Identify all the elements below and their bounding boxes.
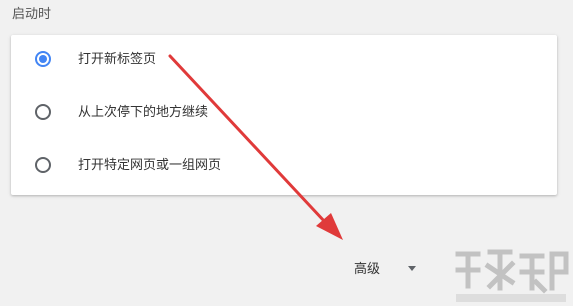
startup-option-continue[interactable]: 从上次停下的地方继续 xyxy=(11,88,557,138)
startup-option-specific-pages[interactable]: 打开特定网页或一组网页 xyxy=(11,141,557,191)
startup-option-label: 打开新标签页 xyxy=(78,52,157,67)
startup-option-label: 打开特定网页或一组网页 xyxy=(78,158,222,173)
radio-new-tab[interactable] xyxy=(35,51,51,67)
annotation-arrow-head xyxy=(316,213,343,240)
advanced-settings-button[interactable]: 高级 xyxy=(354,258,417,277)
watermark-logo xyxy=(455,249,569,302)
startup-section-title: 启动时 xyxy=(12,7,52,22)
startup-option-new-tab[interactable]: 打开新标签页 xyxy=(11,35,557,85)
radio-specific-pages[interactable] xyxy=(35,157,51,173)
chevron-down-icon xyxy=(408,266,417,271)
advanced-label: 高级 xyxy=(354,262,381,277)
startup-option-label: 从上次停下的地方继续 xyxy=(78,105,209,120)
radio-continue[interactable] xyxy=(35,104,51,120)
startup-options-card: 打开新标签页 从上次停下的地方继续 打开特定网页或一组网页 xyxy=(11,35,557,195)
